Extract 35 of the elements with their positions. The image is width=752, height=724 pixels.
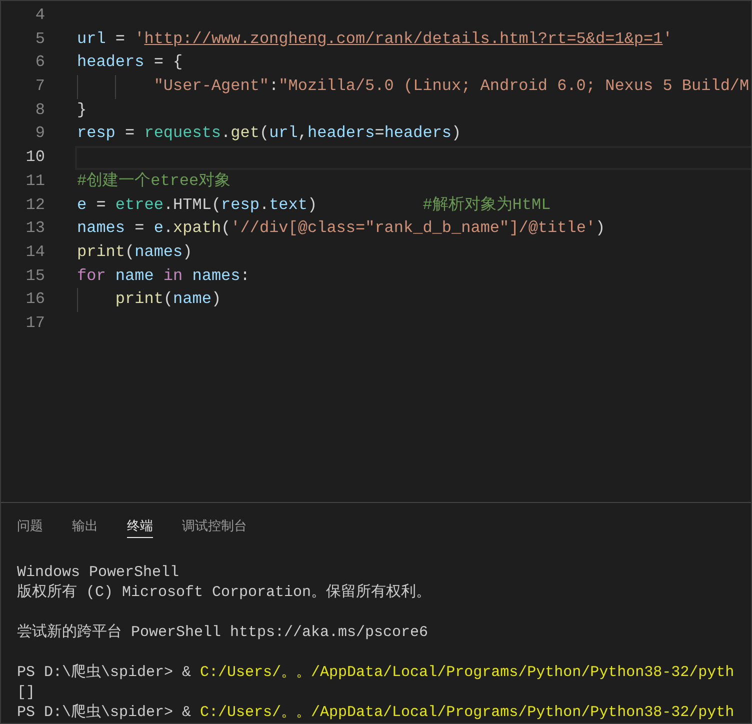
code-line: print(name)	[114, 290, 222, 308]
line-number: 12	[24, 194, 45, 216]
code-line: print(names)	[77, 242, 192, 261]
line-number: 5	[34, 28, 45, 50]
line-number: 9	[34, 123, 45, 144]
panel-tab[interactable]: 调试控制台	[182, 516, 247, 538]
line-number: 8	[34, 100, 45, 121]
code-line: headers = {	[77, 53, 183, 72]
code-line: resp = requests.get(url,headers=headers)	[77, 124, 462, 142]
panel-tab[interactable]: 问题	[17, 516, 43, 538]
code-line: url = 'http://www.zongheng.com/rank/details.html?rt=5&d=1&p=1'	[77, 30, 672, 48]
terminal-line: PS D:\爬虫\spider> & C:/Users/。。/AppData/Local/Programs/Python/Python38-32/pyth	[17, 704, 734, 721]
line-number: 6	[34, 52, 45, 74]
terminal-line: PS D:\爬虫\spider> & C:/Users/。。/AppData/Local/Programs/Python/Python38-32/pyth	[17, 664, 734, 681]
line-number: 11	[24, 170, 45, 192]
code-line: #创建一个etree对象	[77, 172, 231, 190]
line-number: 13	[24, 218, 45, 240]
line-number: 14	[24, 242, 45, 263]
code-line: names = e.xpath('//div[@class="rank_d_b_name"]/@title')	[77, 219, 606, 238]
line-number: 10	[24, 147, 45, 168]
terminal-line: 尝试新的跨平台 PowerShell https://aka.ms/pscore6	[17, 624, 428, 641]
code-line: for name in names:	[77, 266, 250, 285]
line-number: 7	[34, 76, 45, 98]
terminal-line: 版权所有 (C) Microsoft Corporation。保留所有权利。	[17, 584, 432, 601]
terminal-line: []	[17, 684, 36, 701]
line-number: 16	[24, 289, 45, 310]
line-number: 15	[24, 266, 45, 287]
code-line: e = etree.HTML(resp.text) #解析对象为HtML	[77, 196, 551, 214]
line-number: 17	[24, 312, 45, 334]
code-line: }	[77, 100, 87, 119]
code-line: "User-Agent":"Mozilla/5.0 (Linux; Android 6.0; Nexus 5 Build/M	[152, 77, 750, 96]
line-number: 4	[34, 5, 45, 26]
terminal-line: Windows PowerShell	[17, 564, 180, 581]
panel-tab[interactable]: 终端	[127, 516, 153, 538]
panel-tab[interactable]: 输出	[72, 516, 98, 538]
